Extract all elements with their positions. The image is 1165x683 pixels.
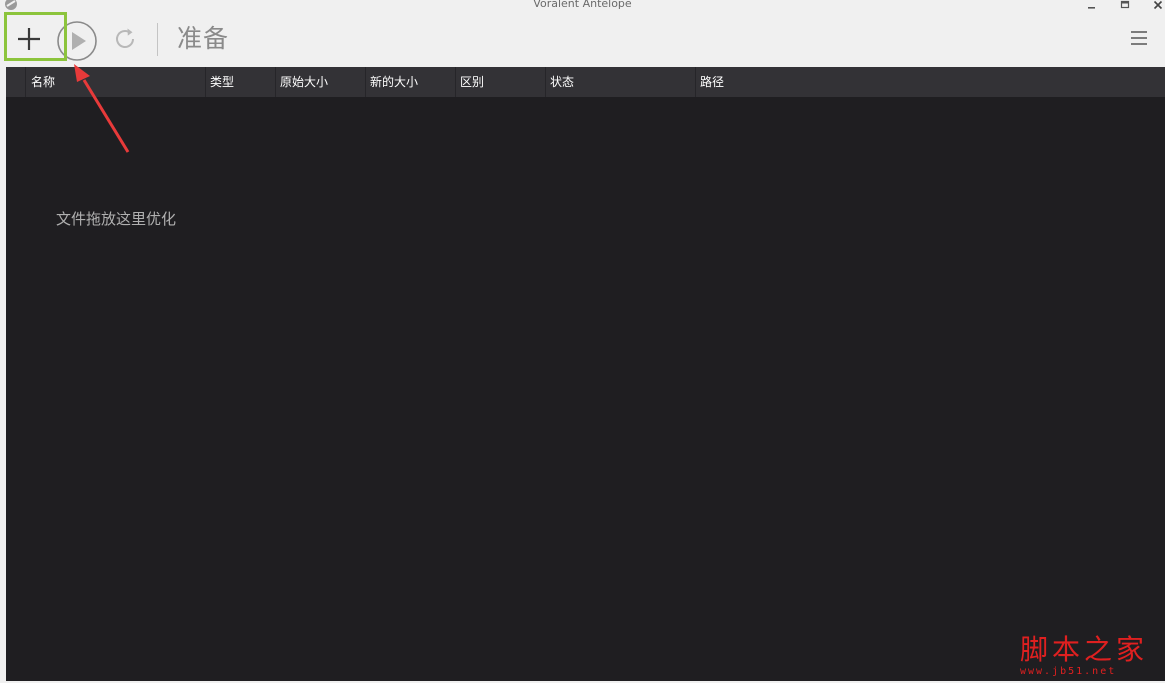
toolbar: 准备 (0, 12, 1165, 67)
app-window: Voralent Antelope 准备 名称 类型 原始大小 新的大小 区别 … (0, 0, 1165, 683)
plus-icon (18, 28, 40, 50)
column-header-path[interactable]: 路径 (695, 67, 1165, 97)
column-header-new-size[interactable]: 新的大小 (365, 67, 455, 97)
refresh-icon (116, 28, 134, 48)
watermark-url: www.jb51.net (1020, 666, 1117, 677)
toolbar-divider (157, 23, 158, 56)
start-optimize-button[interactable] (56, 20, 98, 62)
refresh-button[interactable] (110, 24, 140, 54)
drop-hint-text: 文件拖放这里优化 (56, 210, 177, 228)
maximize-button[interactable] (1116, 0, 1134, 12)
close-icon (1153, 0, 1163, 10)
window-title: Voralent Antelope (533, 0, 632, 10)
title-bar: Voralent Antelope (0, 0, 1165, 12)
column-header-difference[interactable]: 区别 (455, 67, 545, 97)
watermark: 脚本之家 www.jb51.net (1020, 634, 1150, 682)
add-files-button[interactable] (12, 22, 46, 56)
hamburger-menu-icon (1131, 31, 1147, 45)
close-button[interactable] (1149, 0, 1165, 12)
column-header-type[interactable]: 类型 (205, 67, 275, 97)
minimize-icon (1088, 7, 1095, 9)
maximize-icon (1120, 0, 1130, 9)
play-icon (57, 21, 97, 61)
column-header-name[interactable]: 名称 (26, 67, 206, 97)
status-title: 准备 (177, 24, 230, 53)
column-header-status[interactable]: 状态 (545, 67, 695, 97)
watermark-logo-text: 脚本之家 (1020, 633, 1149, 666)
list-header: 名称 类型 原始大小 新的大小 区别 状态 路径 (6, 67, 1165, 97)
minimize-button[interactable] (1083, 0, 1101, 12)
column-header-original-size[interactable]: 原始大小 (275, 67, 365, 97)
menu-button[interactable] (1127, 28, 1151, 48)
file-list[interactable]: 名称 类型 原始大小 新的大小 区别 状态 路径 文件拖放这里优化 脚本之家 w… (6, 67, 1165, 681)
